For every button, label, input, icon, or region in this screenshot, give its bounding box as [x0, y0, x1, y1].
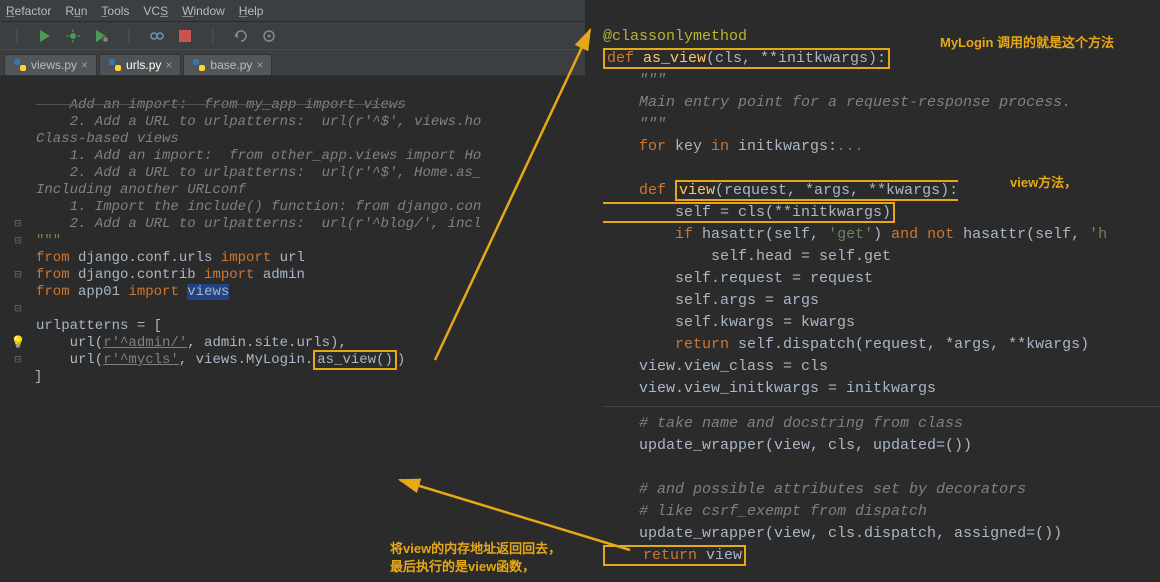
- decorator: @classonlymethod: [603, 28, 747, 45]
- return-view: return view: [603, 545, 746, 566]
- tab-label: urls.py: [126, 58, 161, 72]
- docstring-line: Class-based views: [36, 131, 179, 147]
- tab-base[interactable]: base.py ×: [183, 54, 272, 75]
- right-editor[interactable]: @classonlymethod def as_view(cls, **init…: [585, 0, 1160, 582]
- run-icon[interactable]: [36, 27, 54, 45]
- docstring-end: """: [36, 233, 61, 249]
- menu-run[interactable]: Run: [65, 4, 87, 18]
- divider-icon: │: [120, 27, 138, 45]
- code-area[interactable]: Add an import: from my_app import views …: [0, 76, 580, 403]
- gutter: ⊟ ⊟⊟ ⊟💡 ⊟: [0, 76, 36, 369]
- annotation-view-method: view方法，: [1010, 172, 1077, 191]
- divider-icon: │: [204, 27, 222, 45]
- docstring-line: 2. Add a URL to urlpatterns: url(r'^$', …: [36, 114, 481, 130]
- tab-label: views.py: [31, 58, 77, 72]
- urlpatterns: urlpatterns = [: [36, 318, 162, 334]
- menu-window[interactable]: Window: [182, 4, 225, 18]
- divider-icon: │: [8, 27, 26, 45]
- close-icon[interactable]: ×: [165, 58, 172, 72]
- docstring-line: Including another URLconf: [36, 182, 246, 198]
- python-icon: [108, 58, 122, 72]
- docstring-line: 1. Add an import: from other_app.views i…: [36, 148, 481, 164]
- reload-icon[interactable]: [232, 27, 250, 45]
- settings-icon[interactable]: [260, 27, 278, 45]
- docstring-line: Add an import: from my_app import views: [36, 97, 406, 113]
- python-icon: [13, 58, 27, 72]
- menu-vcs[interactable]: VCS: [143, 4, 168, 18]
- left-editor[interactable]: ⊟ ⊟⊟ ⊟💡 ⊟ Add an import: from my_app imp…: [0, 76, 580, 582]
- divider: [603, 406, 1160, 407]
- debug-icon[interactable]: [64, 27, 82, 45]
- attach-icon[interactable]: [148, 27, 166, 45]
- tab-label: base.py: [210, 58, 252, 72]
- tab-views[interactable]: views.py ×: [4, 54, 97, 75]
- coverage-icon[interactable]: [92, 27, 110, 45]
- as-view-call: as_view(): [313, 350, 397, 370]
- close-icon[interactable]: ×: [256, 58, 263, 72]
- docstring-line: 1. Import the include() function: from d…: [36, 199, 481, 215]
- annotation-return-2: 最后执行的是view函数，: [390, 556, 535, 575]
- as-view-def: def as_view(cls, **initkwargs):: [603, 48, 890, 69]
- docstring-line: 2. Add a URL to urlpatterns: url(r'^$', …: [36, 165, 481, 181]
- menu-refactor[interactable]: Refactor: [6, 4, 51, 18]
- docstring-line: 2. Add a URL to urlpatterns: url(r'^blog…: [36, 216, 481, 232]
- kw: from: [36, 250, 70, 266]
- annotation-return-1: 将view的内存地址返回回去，: [390, 538, 561, 557]
- close-icon[interactable]: ×: [81, 58, 88, 72]
- menu-help[interactable]: Help: [239, 4, 264, 18]
- python-icon: [192, 58, 206, 72]
- tab-urls[interactable]: urls.py ×: [99, 54, 181, 75]
- menu-tools[interactable]: Tools: [101, 4, 129, 18]
- annotation-mylogin: MyLogin 调用的就是这个方法: [940, 32, 1114, 51]
- stop-icon[interactable]: [176, 27, 194, 45]
